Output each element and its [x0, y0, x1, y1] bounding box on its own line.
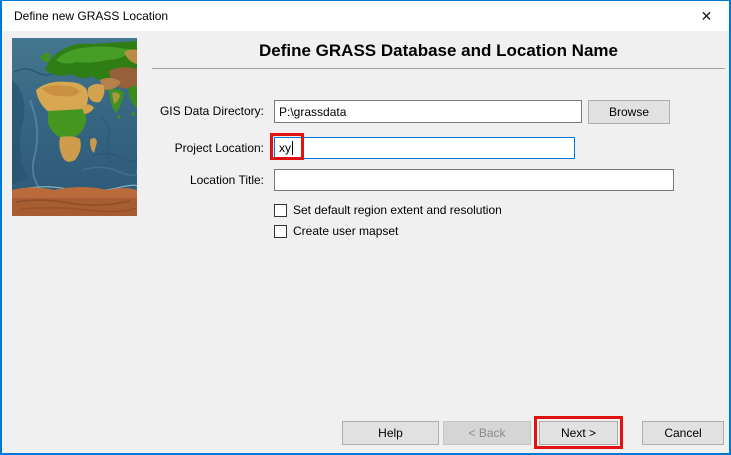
title-bar: Define new GRASS Location ✕ [2, 1, 729, 31]
browse-button[interactable]: Browse [588, 100, 670, 124]
project-location-input[interactable]: xy [274, 137, 575, 159]
back-button: < Back [443, 421, 531, 445]
set-default-region-checkbox[interactable] [274, 204, 287, 217]
cancel-button[interactable]: Cancel [642, 421, 724, 445]
gis-data-directory-input[interactable] [274, 100, 582, 123]
page-title: Define GRASS Database and Location Name [152, 41, 725, 61]
create-user-mapset-label: Create user mapset [293, 224, 398, 238]
set-default-region-checkbox-row[interactable]: Set default region extent and resolution [274, 203, 502, 217]
set-default-region-label: Set default region extent and resolution [293, 203, 502, 217]
window-title: Define new GRASS Location [14, 9, 168, 23]
create-user-mapset-checkbox[interactable] [274, 225, 287, 238]
project-location-value: xy [279, 141, 291, 155]
close-icon[interactable]: ✕ [684, 1, 729, 31]
project-location-label: Project Location: [122, 141, 264, 155]
header-separator [152, 68, 725, 69]
location-title-label: Location Title: [122, 173, 264, 187]
create-user-mapset-checkbox-row[interactable]: Create user mapset [274, 224, 398, 238]
text-caret [292, 141, 293, 155]
define-location-dialog: Define new GRASS Location ✕ [0, 0, 731, 455]
world-map-graphic [12, 38, 137, 216]
world-map-image [12, 38, 137, 216]
gis-data-directory-label: GIS Data Directory: [122, 104, 264, 118]
next-button[interactable]: Next > [539, 421, 618, 445]
help-button[interactable]: Help [342, 421, 439, 445]
location-title-input[interactable] [274, 169, 674, 191]
